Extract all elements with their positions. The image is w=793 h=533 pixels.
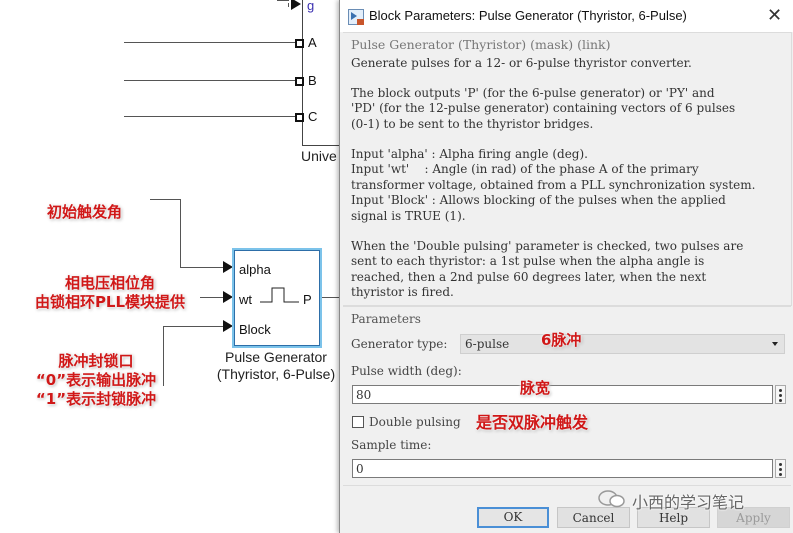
pulse-waveform-icon bbox=[260, 287, 299, 303]
annotation-wt: 相电压相位角 由锁相环PLL模块提供 bbox=[20, 274, 200, 312]
caption-line-2: (Thyristor, 6-Pulse) bbox=[216, 366, 336, 382]
sample-time-input[interactable]: 0 bbox=[352, 459, 773, 478]
port-b-icon bbox=[295, 77, 304, 86]
annotation-pulse-width: 脉宽 bbox=[520, 379, 551, 397]
pulse-width-more-button[interactable] bbox=[775, 385, 786, 404]
wire-block-h bbox=[163, 326, 224, 327]
dot-icon bbox=[779, 463, 782, 466]
annotation-wt-line2: 由锁相环PLL模块提供 bbox=[34, 293, 186, 311]
port-label-block: Block bbox=[239, 322, 271, 337]
annotation-wt-line1: 相电压相位角 bbox=[64, 274, 155, 292]
pulse-width-value: 80 bbox=[356, 388, 372, 402]
generator-type-value: 6-pulse bbox=[465, 337, 510, 351]
port-a-icon bbox=[295, 39, 304, 48]
port-label-c: C bbox=[308, 109, 318, 124]
cancel-button[interactable]: Cancel bbox=[557, 507, 630, 528]
description-paragraph-1: Generate pulses for a 12- or 6-pulse thy… bbox=[351, 56, 692, 70]
parameters-title: Parameters bbox=[351, 312, 421, 326]
close-icon[interactable]: ✕ bbox=[767, 5, 782, 26]
universal-bridge-caption: Unive bbox=[301, 148, 337, 164]
pulse-generator-block[interactable]: alpha wt P Block bbox=[232, 248, 322, 348]
annotation-double-pulsing: 是否双脉冲触发 bbox=[476, 413, 589, 432]
dot-icon bbox=[779, 468, 782, 471]
watermark-text: 小西的学习笔记 bbox=[632, 493, 745, 512]
double-pulsing-checkbox[interactable] bbox=[352, 416, 364, 428]
pulse-width-input[interactable]: 80 bbox=[352, 385, 773, 404]
wire-alpha-h1 bbox=[150, 199, 181, 200]
description-paragraph-4: When the 'Double pulsing' parameter is c… bbox=[351, 239, 744, 300]
annotation-block: 脉冲封锁口 “0”表示输出脉冲 “1”表示封锁脉冲 bbox=[26, 352, 166, 409]
wechat-icon bbox=[598, 490, 625, 508]
sample-time-more-button[interactable] bbox=[775, 459, 786, 478]
port-label-g: g bbox=[307, 0, 315, 13]
generator-type-label: Generator type: bbox=[351, 337, 448, 351]
ok-button[interactable]: OK bbox=[477, 507, 549, 528]
dot-icon bbox=[779, 473, 782, 476]
annotation-block-line2: “0”表示输出脉冲 bbox=[35, 371, 157, 389]
simulink-block-icon bbox=[348, 9, 364, 25]
port-label-a: A bbox=[308, 35, 317, 50]
dialog-titlebar[interactable]: Block Parameters: Pulse Generator (Thyri… bbox=[340, 0, 793, 32]
annotation-block-line3: “1”表示封锁脉冲 bbox=[35, 390, 157, 408]
port-label-wt: wt bbox=[239, 292, 252, 307]
annotation-block-line1: 脉冲封锁口 bbox=[58, 352, 134, 370]
port-label-p: P bbox=[303, 292, 312, 307]
dot-icon bbox=[779, 399, 782, 402]
description-group: Pulse Generator (Thyristor) (mask) (link… bbox=[343, 32, 792, 306]
arrow-g-icon bbox=[291, 0, 301, 10]
wire-g bbox=[288, 3, 289, 7]
annotation-generator-type: 6脉冲 bbox=[541, 331, 582, 349]
dialog-title: Block Parameters: Pulse Generator (Thyri… bbox=[369, 8, 687, 23]
dot-icon bbox=[779, 389, 782, 392]
description-paragraph-3: Input 'alpha' : Alpha firing angle (deg)… bbox=[351, 147, 756, 223]
description-paragraph-2: The block outputs 'P' (for the 6-pulse g… bbox=[351, 86, 736, 131]
description-title: Pulse Generator (Thyristor) (mask) (link… bbox=[351, 37, 611, 52]
port-label-alpha: alpha bbox=[239, 262, 271, 277]
wire-a bbox=[124, 42, 296, 43]
pulse-generator-caption: Pulse Generator (Thyristor, 6-Pulse) bbox=[206, 349, 346, 383]
chevron-down-icon bbox=[772, 342, 778, 346]
block-parameters-dialog: Block Parameters: Pulse Generator (Thyri… bbox=[339, 0, 793, 533]
annotation-alpha: 初始触发角 bbox=[47, 203, 123, 221]
dot-icon bbox=[779, 394, 782, 397]
pulse-width-label: Pulse width (deg): bbox=[351, 364, 462, 378]
double-pulsing-label: Double pulsing bbox=[369, 415, 461, 429]
wire-b bbox=[124, 80, 296, 81]
generator-type-select[interactable]: 6-pulse bbox=[460, 334, 785, 354]
wire-g-top bbox=[277, 0, 289, 1]
wire-c bbox=[124, 116, 296, 117]
wire-alpha-h2 bbox=[180, 267, 224, 268]
sample-time-value: 0 bbox=[356, 462, 364, 476]
sample-time-label: Sample time: bbox=[351, 438, 432, 452]
port-c-icon bbox=[295, 113, 304, 122]
wire-wt bbox=[200, 297, 224, 298]
wire-alpha-v bbox=[180, 199, 181, 268]
caption-line-1: Pulse Generator bbox=[225, 349, 327, 365]
port-label-b: B bbox=[308, 73, 317, 88]
